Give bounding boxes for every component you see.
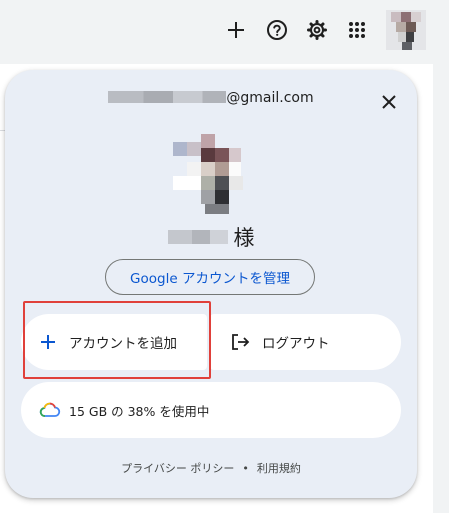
name-redacted-block (167, 230, 228, 244)
footer-separator: • (242, 462, 249, 475)
top-bar (0, 0, 449, 64)
close-icon (382, 95, 396, 109)
footer-links: プライバシー ポリシー • 利用規約 (5, 460, 417, 476)
storage-label: 15 GB の 38% を使用中 (69, 403, 210, 419)
add-account-label: アカウントを追加 (69, 336, 177, 352)
plus-icon[interactable] (222, 16, 250, 44)
manage-account-button[interactable]: Google アカウントを管理 (105, 259, 315, 295)
privacy-policy-link[interactable]: プライバシー ポリシー (121, 460, 234, 476)
logout-button[interactable]: ログアウト (210, 314, 401, 370)
apps-grid-icon[interactable] (343, 16, 371, 44)
plus-icon (41, 335, 55, 349)
storage-button[interactable]: 15 GB の 38% を使用中 (21, 382, 401, 438)
account-avatar-button[interactable] (386, 10, 426, 50)
email-redacted-block (108, 91, 227, 103)
email-suffix: @gmail.com (226, 90, 314, 106)
terms-link[interactable]: 利用規約 (257, 460, 301, 476)
logout-icon (232, 334, 250, 350)
account-email: @gmail.com (5, 90, 417, 106)
close-button[interactable] (375, 88, 403, 116)
account-panel: @gmail.com 様 Google アカウントを管理 アカウントを追加 ログ… (5, 70, 417, 498)
avatar-image (386, 10, 426, 50)
avatar (173, 130, 249, 214)
help-icon[interactable] (263, 16, 291, 44)
greeting-suffix: 様 (233, 226, 255, 250)
cloud-icon (39, 402, 61, 417)
greeting: 様 (5, 222, 417, 252)
gear-icon[interactable] (303, 16, 331, 44)
logout-label: ログアウト (262, 336, 330, 352)
add-account-button[interactable]: アカウントを追加 (21, 314, 207, 370)
